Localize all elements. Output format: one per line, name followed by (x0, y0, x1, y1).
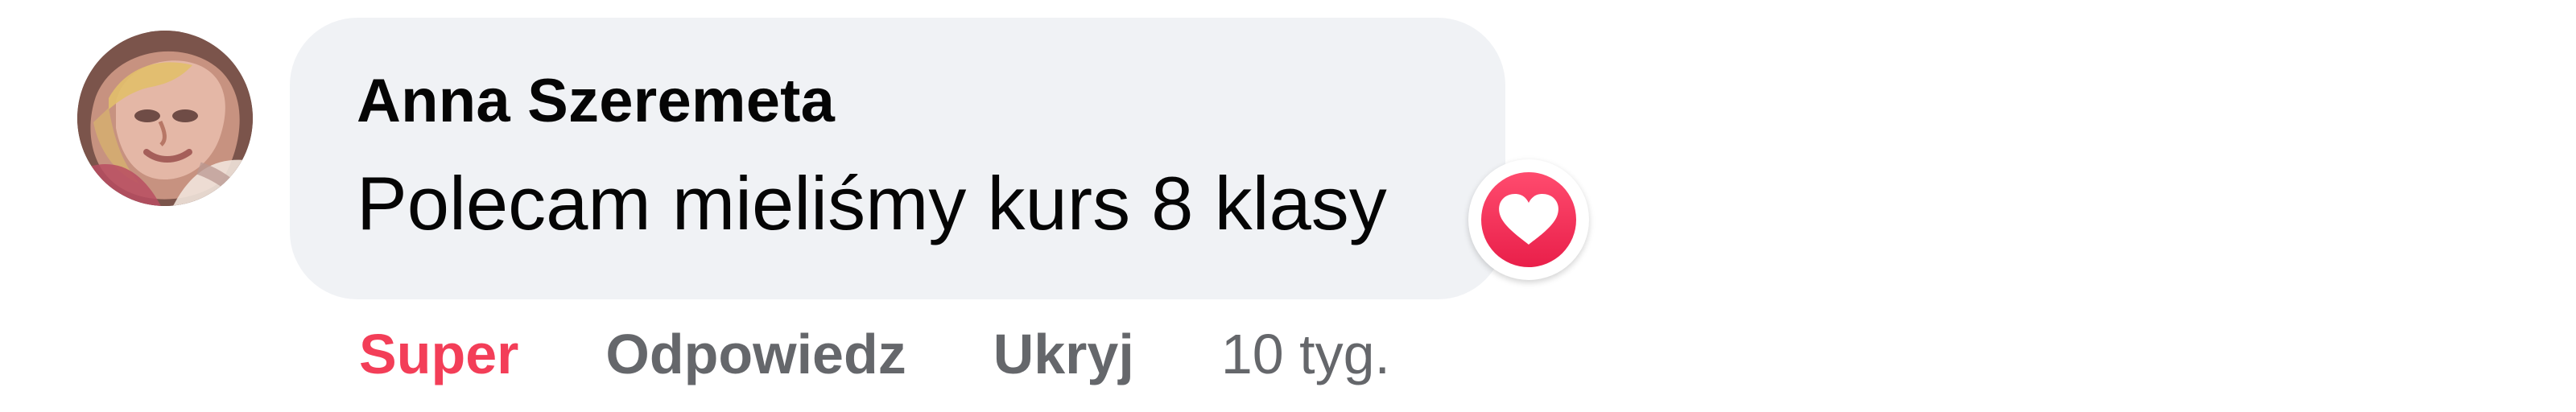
avatar[interactable] (77, 31, 253, 206)
comment-thread: Anna Szeremeta Polecam mieliśmy kurs 8 k… (0, 0, 2576, 412)
reaction-badge[interactable] (1468, 159, 1589, 280)
reply-button[interactable]: Odpowiedz (605, 326, 906, 382)
comment-text: Polecam mieliśmy kurs 8 klasy (357, 161, 1387, 245)
comment-author[interactable]: Anna Szeremeta (357, 71, 835, 132)
hide-button[interactable]: Ukryj (993, 326, 1134, 382)
comment-bubble: Anna Szeremeta Polecam mieliśmy kurs 8 k… (290, 18, 1505, 299)
comment-actions: Super Odpowiedz Ukryj 10 tyg. (359, 320, 1390, 388)
comment-timestamp[interactable]: 10 tyg. (1221, 326, 1390, 382)
heart-reaction-icon (1481, 172, 1576, 267)
super-reaction-button[interactable]: Super (359, 326, 518, 382)
